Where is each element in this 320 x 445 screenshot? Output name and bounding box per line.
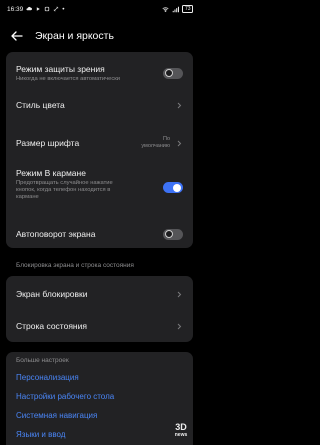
pocket-mode-row[interactable]: Режим В кармане Предотвращать случайное …	[6, 168, 193, 208]
play-icon	[37, 7, 41, 11]
chevron-right-icon	[175, 101, 183, 109]
wifi-icon	[162, 6, 169, 12]
font-size-row[interactable]: Размер шрифта По умолчанию	[6, 129, 193, 157]
notification-icon	[45, 6, 50, 12]
link-language-input[interactable]: Языки и ввод	[16, 430, 65, 439]
watermark-logo: 3D news	[174, 422, 188, 439]
page-title: Экран и яркость	[35, 30, 114, 42]
link-system-navigation[interactable]: Системная навигация	[16, 411, 97, 420]
pocket-mode-label: Режим В кармане	[16, 168, 86, 178]
eye-protection-label: Режим защиты зрения	[16, 63, 105, 74]
lock-section-label: Блокировка экрана и строка состояния	[16, 262, 134, 269]
link-desktop-settings[interactable]: Настройки рабочего стола	[16, 392, 114, 401]
link-icon	[54, 6, 59, 12]
back-button[interactable]	[10, 29, 24, 43]
link-personalization[interactable]: Персонализация	[16, 373, 79, 382]
chevron-right-icon	[175, 322, 183, 330]
chevron-right-icon	[175, 290, 183, 298]
pocket-mode-toggle[interactable]	[163, 182, 183, 193]
display-settings-card: Режим защиты зрения Никогда не включаетс…	[6, 52, 193, 248]
color-style-row[interactable]: Стиль цвета	[6, 91, 193, 119]
more-settings-label: Больше настроек	[16, 357, 69, 364]
lock-screen-row[interactable]: Экран блокировки	[6, 280, 193, 308]
arrow-left-icon	[11, 31, 23, 41]
eye-protection-toggle[interactable]	[163, 67, 183, 79]
font-size-label: Размер шрифта	[16, 138, 80, 148]
auto-rotate-row[interactable]: Автоповорот экрана	[6, 220, 193, 248]
dots-icon: •	[62, 5, 65, 13]
eye-protection-row[interactable]: Режим защиты зрения Никогда не включаетс…	[6, 58, 193, 88]
auto-rotate-toggle[interactable]	[163, 228, 183, 240]
status-bar-row[interactable]: Строка состояния	[6, 312, 193, 340]
header: Экран и яркость	[0, 22, 200, 50]
eye-protection-sub: Никогда не включается автоматически	[16, 75, 121, 82]
lock-settings-card: Экран блокировки Строка состояния	[6, 276, 193, 342]
auto-rotate-label: Автоповорот экрана	[16, 229, 96, 239]
status-time: 16:39	[7, 5, 24, 13]
font-size-value: По умолчанию	[141, 136, 170, 149]
status-bar-label: Строка состояния	[16, 321, 87, 331]
color-style-label: Стиль цвета	[16, 100, 65, 110]
lock-screen-label: Экран блокировки	[16, 289, 88, 299]
signal-icon	[173, 6, 180, 12]
cloud-icon	[26, 6, 33, 11]
pocket-mode-sub: Предотвращать случайное нажатие кнопок, …	[16, 180, 113, 200]
chevron-right-icon	[175, 139, 183, 147]
battery-icon: 73	[182, 5, 193, 13]
status-bar: 16:39 • 73	[0, 0, 200, 18]
